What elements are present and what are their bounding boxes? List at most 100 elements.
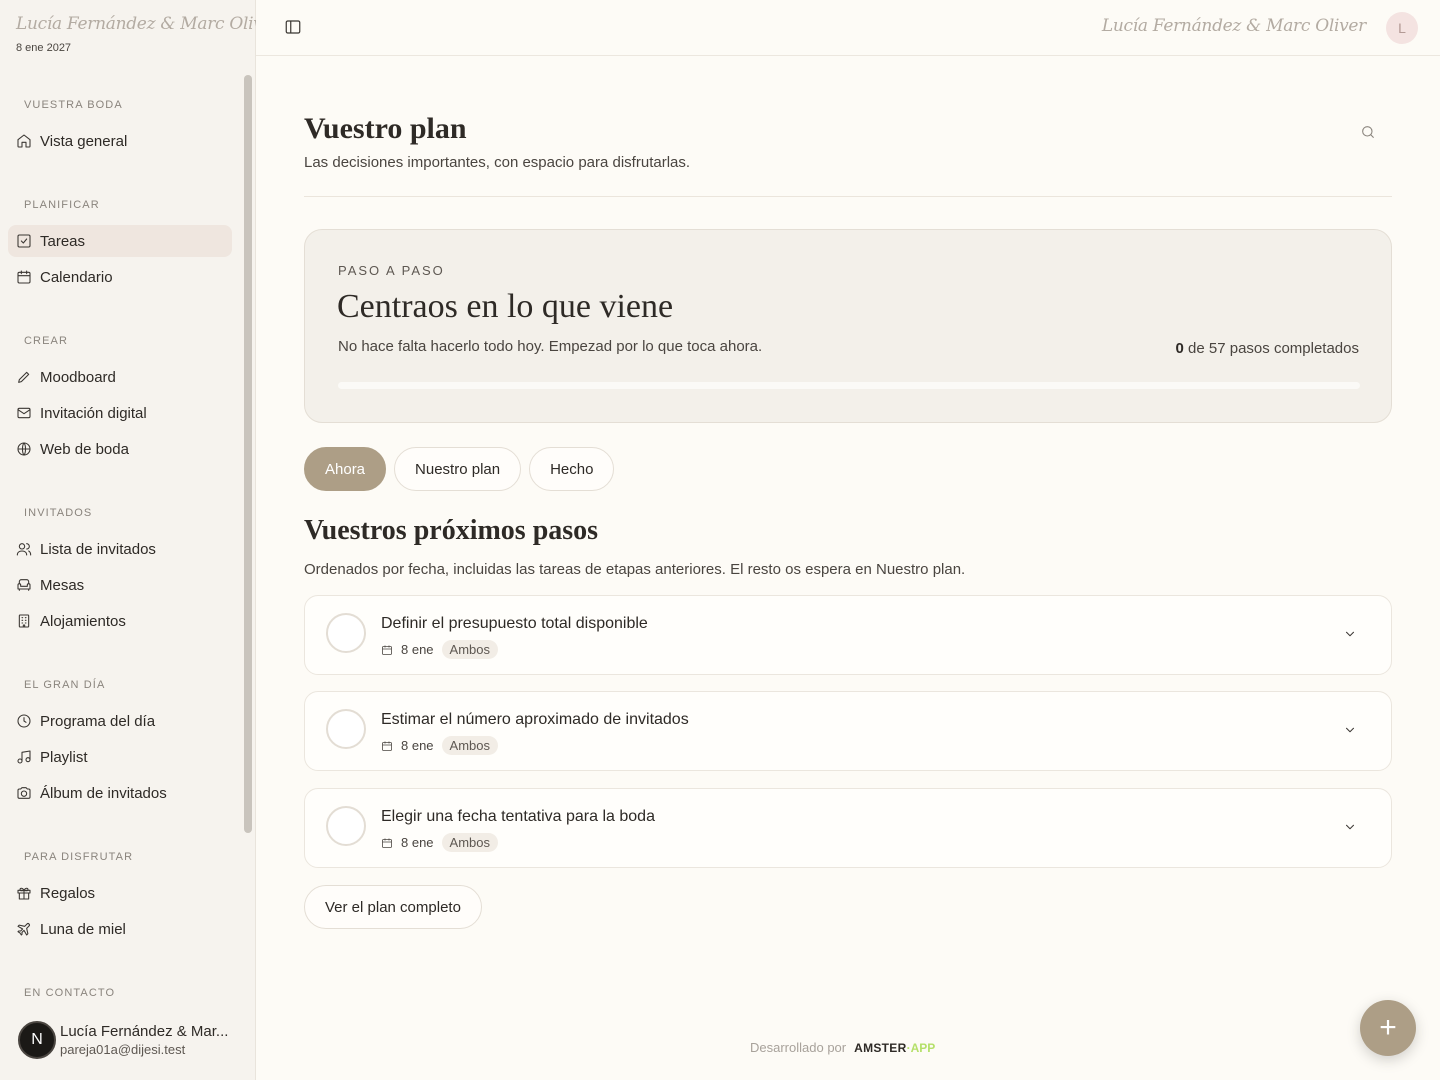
sidebar-item-lista-de-invitados[interactable]: Lista de invitados xyxy=(8,533,232,565)
task-complete-checkbox[interactable] xyxy=(326,709,366,749)
tab-ahora[interactable]: Ahora xyxy=(304,447,387,491)
task-date: 8 ene xyxy=(401,738,434,753)
sidebar-item-label: Programa del día xyxy=(40,712,156,730)
progress-count: 0 de 57 pasos completados xyxy=(1176,340,1359,357)
assignee-badge: Ambos xyxy=(441,833,499,852)
plan-tabs: Ahora Nuestro plan Hecho xyxy=(304,447,615,491)
sidebar: Lucía Fernández & Marc Oliver 8 ene 2027… xyxy=(0,0,280,1080)
sidebar-item-album-de-invitados[interactable]: Álbum de invitados xyxy=(8,777,232,809)
next-steps-title: Vuestros próximos pasos xyxy=(304,515,599,546)
progress-eyebrow: PASO A PASO xyxy=(338,263,445,278)
progress-description: No hace falta hacerlo todo hoy. Empezad … xyxy=(338,338,763,355)
users-icon xyxy=(16,543,32,556)
wedding-date: 8 ene 2027 xyxy=(16,42,72,54)
user-email: pareja01a@dijesi.test xyxy=(60,1042,186,1057)
task-meta: 8 ene Ambos xyxy=(381,736,499,755)
sidebar-item-label: Calendario xyxy=(40,268,113,286)
section-vuestra-boda: Vuestra boda xyxy=(24,99,123,111)
task-title: Estimar el número aproximado de invitado… xyxy=(381,711,689,728)
camera-icon xyxy=(17,787,31,799)
checkbox-icon xyxy=(17,234,31,248)
search-button[interactable] xyxy=(1360,124,1380,144)
task-complete-checkbox[interactable] xyxy=(326,613,366,653)
see-full-plan-button[interactable]: Ver el plan completo xyxy=(304,885,482,929)
calendar-icon xyxy=(382,741,392,751)
sidebar-item-calendario[interactable]: Calendario xyxy=(8,261,232,293)
brand-main: AMSTER xyxy=(854,1041,907,1055)
count-suffix: de 57 pasos completados xyxy=(1183,340,1359,357)
header-divider xyxy=(304,196,1392,197)
sidebar-item-label: Playlist xyxy=(40,748,88,766)
sidebar-nav: Vuestra boda Vista general Planificar Ta… xyxy=(0,72,240,1012)
plane-icon xyxy=(17,923,30,936)
clock-icon xyxy=(17,714,31,728)
section-planificar: Planificar xyxy=(24,199,100,211)
home-icon xyxy=(17,134,31,148)
sidebar-item-programa-del-dia[interactable]: Programa del día xyxy=(8,705,232,737)
scrollbar-thumb[interactable] xyxy=(244,75,252,833)
page-subtitle: Las decisiones importantes, con espacio … xyxy=(304,154,691,171)
add-button[interactable]: + xyxy=(1360,1000,1416,1056)
building-icon xyxy=(18,614,30,628)
task-date: 8 ene xyxy=(401,835,434,850)
task-complete-checkbox[interactable] xyxy=(326,806,366,846)
sidebar-item-label: Moodboard xyxy=(40,368,116,386)
tab-nuestro-plan[interactable]: Nuestro plan xyxy=(394,447,522,491)
sidebar-item-playlist[interactable]: Playlist xyxy=(8,741,232,773)
sidebar-item-label: Mesas xyxy=(40,576,85,594)
pencil-icon xyxy=(18,371,30,383)
sidebar-item-alojamientos[interactable]: Alojamientos xyxy=(8,605,232,637)
expand-task-button[interactable] xyxy=(1343,820,1357,834)
sidebar-item-mesas[interactable]: Mesas xyxy=(8,569,232,601)
user-account[interactable]: N Lucía Fernández & Mar... pareja01a@dij… xyxy=(18,1021,236,1059)
calendar-icon xyxy=(382,645,392,655)
chevron-down-icon xyxy=(1345,727,1355,733)
sidebar-item-tareas[interactable]: Tareas xyxy=(8,225,232,257)
sidebar-toggle-icon xyxy=(285,20,301,34)
profile-avatar[interactable]: L xyxy=(1386,12,1418,44)
progress-card: PASO A PASO Centraos en lo que viene No … xyxy=(304,229,1392,423)
sidebar-item-regalos[interactable]: Regalos xyxy=(8,877,232,909)
section-el-gran-dia: El gran día xyxy=(24,679,106,691)
section-para-disfrutar: Para disfrutar xyxy=(24,851,134,863)
page-title: Vuestro plan xyxy=(304,112,467,145)
sidebar-item-label: Tareas xyxy=(40,232,86,250)
task-card[interactable]: Elegir una fecha tentativa para la boda … xyxy=(304,788,1392,868)
sofa-icon xyxy=(17,579,31,591)
sidebar-item-label: Invitación digital xyxy=(40,404,147,422)
task-meta: 8 ene Ambos xyxy=(381,833,499,852)
plus-icon: + xyxy=(1379,1011,1397,1044)
progress-title: Centraos en lo que viene xyxy=(337,288,674,325)
calendar-icon xyxy=(382,838,392,848)
sidebar-item-label: Web de boda xyxy=(40,440,129,458)
sidebar-item-web-de-boda[interactable]: Web de boda xyxy=(8,433,232,465)
section-crear: Crear xyxy=(24,335,69,347)
topbar-couple-name: Lucía Fernández & Marc Oliver xyxy=(1101,16,1366,36)
brand-accent: APP xyxy=(910,1041,936,1055)
sidebar-item-invitacion-digital[interactable]: Invitación digital xyxy=(8,397,232,429)
tab-hecho[interactable]: Hecho xyxy=(529,447,615,491)
toggle-sidebar-button[interactable] xyxy=(284,18,304,38)
sidebar-item-label: Lista de invitados xyxy=(40,540,156,558)
task-card[interactable]: Estimar el número aproximado de invitado… xyxy=(304,691,1392,771)
user-avatar[interactable]: N xyxy=(18,1021,56,1059)
sidebar-item-moodboard[interactable]: Moodboard xyxy=(8,361,232,393)
section-invitados: Invitados xyxy=(24,507,93,519)
sidebar-item-label: Alojamientos xyxy=(40,612,126,630)
mail-icon xyxy=(17,407,31,419)
amster-app-logo[interactable]: AMSTER·APP xyxy=(854,1040,935,1055)
chevron-down-icon xyxy=(1345,824,1355,830)
task-meta: 8 ene Ambos xyxy=(381,640,499,659)
user-name: Lucía Fernández & Mar... xyxy=(60,1023,229,1040)
footer: Desarrollado por AMSTER·APP xyxy=(750,1040,935,1055)
progress-bar xyxy=(338,382,1360,389)
expand-task-button[interactable] xyxy=(1343,723,1357,737)
completed-count: 0 xyxy=(1175,340,1184,357)
sidebar-scrollbar[interactable] xyxy=(243,72,253,1012)
task-card[interactable]: Definir el presupuesto total disponible … xyxy=(304,595,1392,675)
sidebar-item-vista-general[interactable]: Vista general xyxy=(8,125,232,157)
sidebar-item-label: Álbum de invitados xyxy=(40,784,167,802)
sidebar-item-luna-de-miel[interactable]: Luna de miel xyxy=(8,913,232,945)
expand-task-button[interactable] xyxy=(1343,627,1357,641)
sidebar-item-label: Vista general xyxy=(40,132,128,150)
